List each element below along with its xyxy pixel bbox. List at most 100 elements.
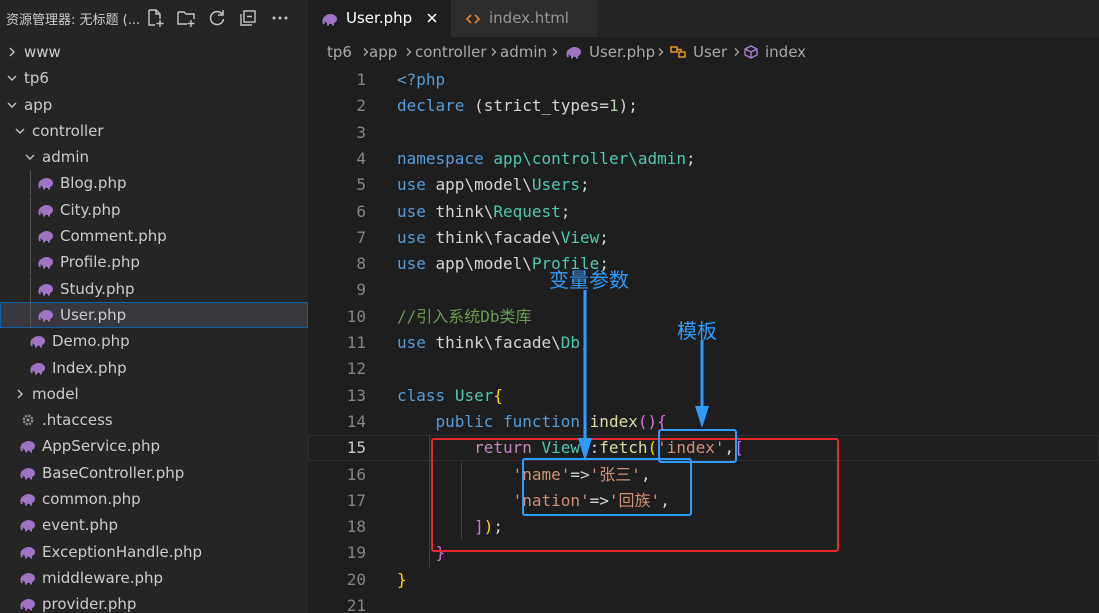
refresh-icon[interactable] [206,7,228,29]
tree-folder[interactable]: model [0,381,308,407]
php-elephant-icon [20,492,36,506]
tree-file[interactable]: event.php [0,512,308,538]
line-number: 17 [346,490,366,510]
tab-user-php[interactable]: User.php [308,0,451,37]
tree-item-label: app [24,95,53,114]
tree-file[interactable]: AppService.php [0,433,308,459]
tree-item-label: Index.php [52,358,127,377]
tree-file[interactable]: Study.php [0,275,308,302]
tree-item-label: User.php [60,305,127,324]
code-line[interactable]: 3 [308,120,1099,146]
php-elephant-icon [20,466,36,480]
code-line[interactable]: 21 [308,593,1099,613]
tree-item-label: Blog.php [60,174,127,193]
code-token: Request [493,201,561,221]
breadcrumb-item[interactable]: User [693,43,727,61]
line-number: 14 [346,411,366,431]
php-elephant-icon [38,203,54,217]
php-elephant-icon [322,12,338,26]
tree-file[interactable]: BaseController.php [0,460,308,486]
tree-file[interactable]: City.php [0,196,308,223]
code-line[interactable]: 9 [308,277,1099,303]
collapse-all-icon[interactable] [237,7,259,29]
line-number: 1 [356,70,366,89]
indent-guide [30,249,31,276]
php-elephant-icon [38,255,54,269]
tree-file[interactable]: Comment.php [0,223,308,250]
tree-folder[interactable]: app [0,92,308,118]
variable-params-box [522,458,692,516]
tree-file[interactable]: Blog.php [0,170,308,197]
line-number: 11 [346,333,366,352]
tree-folder[interactable]: tp6 [0,65,308,91]
tree-file[interactable]: Profile.php [0,249,308,276]
code-token: public [435,411,494,431]
code-token: think\facade\ [425,333,561,352]
line-number: 2 [356,96,366,116]
class-symbol-icon [670,45,686,59]
code-line[interactable]: 8 use app\model\Profile; [308,251,1099,277]
code-token: use [397,227,426,247]
tree-folder[interactable]: www [0,39,308,65]
tree-item-label: event.php [42,516,119,535]
breadcrumb-item[interactable]: tp6 [327,43,352,61]
code-token: app\controller\admin [493,148,686,168]
code-token: use [397,175,426,195]
tree-item-label: middleware.php [42,568,164,587]
code-token: think\facade\ [425,227,561,247]
tab-index-html[interactable]: index.html [451,0,597,37]
code-line[interactable]: 12 [308,356,1099,382]
line-number: 10 [346,306,366,326]
tree-file[interactable]: Index.php [0,355,308,381]
code-token: namespace [397,148,484,168]
tree-file[interactable]: middleware.php [0,565,308,591]
tab-label: User.php [346,9,413,27]
code-line[interactable]: 13 class User{ [308,383,1099,409]
more-actions-icon[interactable] [269,7,291,29]
breadcrumb-item[interactable]: controller [415,43,487,61]
code-line[interactable]: 7 use think\facade\View; [308,225,1099,251]
breadcrumb-item[interactable]: User.php [589,43,655,61]
tree-folder[interactable]: controller [0,118,308,144]
tree-item-label: admin [42,148,89,167]
close-icon[interactable] [425,11,439,25]
indent-guide [429,435,430,567]
code-token: app\model\ [425,254,532,274]
code-text: use think\facade\View; [397,225,609,251]
code-line[interactable]: 4 namespace app\controller\admin; [308,146,1099,172]
code-line[interactable]: 1 <?php [308,67,1099,93]
code-token: View [560,227,600,247]
new-file-icon[interactable] [144,7,166,29]
breadcrumb-item[interactable]: index [765,43,806,61]
code-line[interactable]: 2 declare (strict_types=1); [308,93,1099,119]
breadcrumb-item[interactable]: admin [500,43,547,61]
code-token: ; [580,175,590,195]
breadcrumb-item[interactable]: app [369,43,397,61]
file-tree: www tp6 app controller admin Blog.php City.php… [0,39,308,613]
code-token: Db [560,333,581,352]
tree-item-label: tp6 [24,69,49,88]
new-folder-icon[interactable] [175,7,197,29]
tree-file[interactable]: provider.php [0,591,308,613]
tree-folder[interactable]: admin [0,144,308,170]
code-token: Users [531,175,581,195]
tree-file[interactable]: .htaccess [0,407,308,433]
code-text: namespace app\controller\admin; [397,146,696,172]
php-elephant-icon [30,361,46,375]
code-line[interactable]: 20} [308,567,1099,593]
php-elephant-icon [20,571,36,585]
explorer-title: 资源管理器: 无标题 (... [6,13,141,28]
chevron-down-icon [6,99,18,111]
tree-file[interactable]: User.php [0,301,308,329]
php-elephant-icon [20,518,36,532]
tree-file[interactable]: Demo.php [0,328,308,354]
indent-guide [30,275,31,302]
tree-item-label: controller [32,121,104,140]
code-text: public function index(){ [397,409,667,435]
tree-file[interactable]: ExceptionHandle.php [0,539,308,565]
code-line[interactable]: 6 use think\Request; [308,199,1099,225]
tree-file[interactable]: common.php [0,486,308,512]
code-line[interactable]: 5 use app\model\Users; [308,172,1099,198]
